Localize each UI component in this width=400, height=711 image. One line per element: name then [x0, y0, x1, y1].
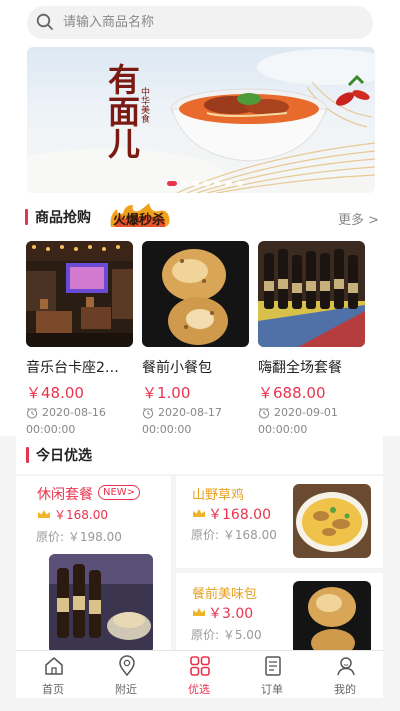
- product-image: [142, 241, 249, 347]
- crown-icon: [38, 510, 50, 518]
- product-name: 音乐台卡座2…: [26, 360, 119, 376]
- today-pick-image: [49, 554, 153, 651]
- bottom-tab-bar: 首页 附近 优选 订单 我的: [16, 650, 383, 698]
- crown-icon: [193, 608, 205, 616]
- search-icon: [36, 13, 53, 30]
- hot-sale-badge: 火爆秒杀: [107, 203, 172, 229]
- product-price: ￥48.00: [26, 384, 84, 402]
- tab-label: 附近: [115, 683, 137, 696]
- today-pick-name: 休闲套餐: [37, 487, 93, 503]
- new-badge: NEW>: [98, 485, 141, 500]
- tab-label: 我的: [334, 683, 356, 696]
- banner-calligraphy-text: 有面儿: [103, 63, 141, 159]
- banner-small-text: 中华美食: [139, 87, 149, 123]
- section-marker: [25, 209, 28, 225]
- search-input[interactable]: [63, 6, 353, 39]
- today-pick-name: 餐前美味包: [192, 587, 258, 602]
- pagination-dot[interactable]: [225, 181, 232, 186]
- banner-pagination: [167, 181, 243, 189]
- today-pick-price: ￥168.00: [54, 508, 108, 522]
- today-pick-image: [293, 484, 371, 558]
- clock-icon: [142, 407, 154, 419]
- today-pick-price: ￥168.00: [208, 507, 271, 523]
- banner-carousel[interactable]: 有面儿 中华美食: [27, 47, 375, 193]
- product-date: 2020-09-01: [274, 406, 338, 419]
- banner-artwork: [27, 49, 375, 193]
- tab-label: 优选: [188, 683, 210, 696]
- today-pick-card[interactable]: 休闲套餐 NEW> ￥168.00 原价: ￥198.00: [16, 476, 171, 651]
- pagination-dot[interactable]: [192, 181, 199, 186]
- today-pick-original-price: 原价: ￥168.00: [191, 528, 277, 542]
- product-image: [258, 241, 365, 347]
- today-pick-name: 山野草鸡: [192, 488, 245, 503]
- today-pick-image: [293, 581, 371, 651]
- search-bar-container: [0, 0, 400, 44]
- tab-picks[interactable]: 优选: [164, 651, 234, 699]
- hot-sale-badge-label: 火爆秒杀: [113, 213, 166, 228]
- tab-orders[interactable]: 订单: [237, 651, 307, 699]
- today-pick-price: ￥3.00: [208, 606, 254, 622]
- clock-icon: [26, 407, 38, 419]
- pagination-dot[interactable]: [214, 181, 221, 186]
- today-pick-original-price: 原价: ￥5.00: [191, 628, 262, 642]
- product-date: 2020-08-17: [158, 406, 222, 419]
- bottom-safe-area: [0, 698, 400, 711]
- today-pick-card[interactable]: 餐前美味包 ￥3.00 原价: ￥5.00: [176, 573, 383, 651]
- clock-icon: [258, 407, 270, 419]
- product-image: [26, 241, 133, 347]
- user-profile-icon: [337, 657, 355, 676]
- more-link[interactable]: 更多 >: [338, 209, 379, 228]
- order-document-icon: [265, 656, 281, 676]
- product-name: 嗨翻全场套餐: [258, 360, 342, 376]
- crown-icon: [193, 509, 205, 517]
- product-time: 00:00:00: [142, 423, 192, 436]
- tab-nearby[interactable]: 附近: [91, 651, 161, 699]
- section-marker: [26, 447, 29, 463]
- pagination-dot[interactable]: [167, 181, 177, 186]
- flash-sale-title: 商品抢购: [35, 210, 91, 226]
- pagination-dot[interactable]: [236, 181, 243, 186]
- page: 有面儿 中华美食 商品抢购 火爆秒杀 更多 >: [0, 0, 400, 711]
- product-name: 餐前小餐包: [142, 360, 212, 376]
- home-icon: [45, 657, 63, 675]
- today-pick-original-price: 原价: ￥198.00: [36, 530, 122, 544]
- pagination-dot[interactable]: [181, 181, 188, 186]
- grid-icon: [190, 656, 210, 676]
- today-pick-card[interactable]: 山野草鸡 ￥168.00 原价: ￥168.00: [176, 476, 383, 568]
- product-price: ￥1.00: [142, 384, 191, 402]
- product-time: 00:00:00: [26, 423, 76, 436]
- tab-label: 订单: [261, 683, 283, 696]
- pagination-dot[interactable]: [203, 181, 210, 186]
- product-price: ￥688.00: [258, 384, 326, 402]
- product-date: 2020-08-16: [42, 406, 106, 419]
- product-time: 00:00:00: [258, 423, 308, 436]
- today-picks-title: 今日优选: [36, 448, 92, 464]
- tab-profile[interactable]: 我的: [310, 651, 380, 699]
- tab-label: 首页: [42, 683, 64, 696]
- tab-home[interactable]: 首页: [18, 651, 88, 699]
- location-pin-icon: [119, 655, 135, 677]
- search-bar[interactable]: [27, 6, 373, 39]
